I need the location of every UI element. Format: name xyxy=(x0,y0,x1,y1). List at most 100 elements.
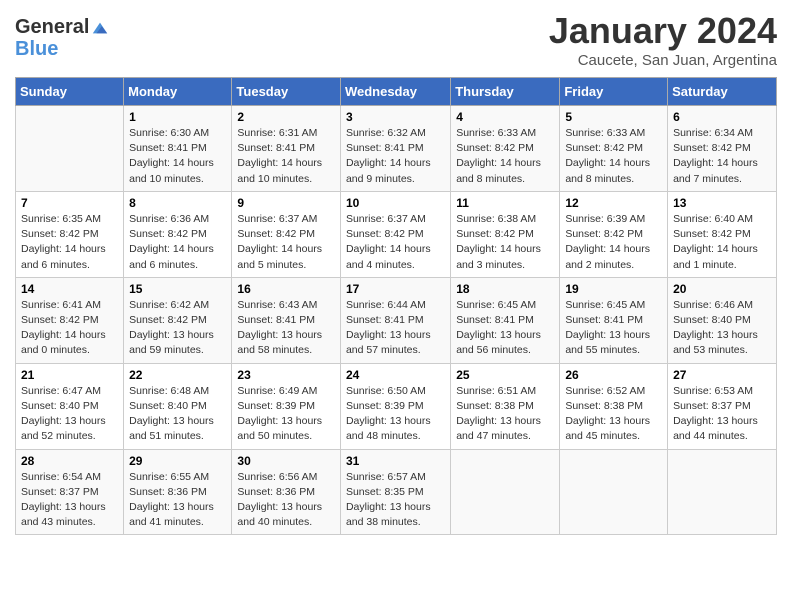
day-number: 11 xyxy=(456,196,554,210)
calendar-cell: 31 Sunrise: 6:57 AMSunset: 8:35 PMDaylig… xyxy=(340,449,450,535)
calendar-cell: 14 Sunrise: 6:41 AMSunset: 8:42 PMDaylig… xyxy=(16,277,124,363)
day-info: Sunrise: 6:33 AMSunset: 8:42 PMDaylight:… xyxy=(456,126,554,187)
calendar-cell: 23 Sunrise: 6:49 AMSunset: 8:39 PMDaylig… xyxy=(232,363,341,449)
day-number: 22 xyxy=(129,368,226,382)
calendar-week-4: 21 Sunrise: 6:47 AMSunset: 8:40 PMDaylig… xyxy=(16,363,777,449)
day-number: 4 xyxy=(456,110,554,124)
calendar-cell xyxy=(16,106,124,192)
logo-general: General xyxy=(15,16,89,38)
header: General Blue January 2024 Caucete, San J… xyxy=(15,10,777,69)
col-sunday: Sunday xyxy=(16,78,124,106)
logo: General Blue xyxy=(15,16,109,60)
subtitle: Caucete, San Juan, Argentina xyxy=(549,52,777,69)
day-info: Sunrise: 6:46 AMSunset: 8:40 PMDaylight:… xyxy=(673,298,771,359)
calendar-cell: 22 Sunrise: 6:48 AMSunset: 8:40 PMDaylig… xyxy=(124,363,232,449)
calendar-cell: 6 Sunrise: 6:34 AMSunset: 8:42 PMDayligh… xyxy=(668,106,777,192)
day-info: Sunrise: 6:44 AMSunset: 8:41 PMDaylight:… xyxy=(346,298,445,359)
day-info: Sunrise: 6:39 AMSunset: 8:42 PMDaylight:… xyxy=(565,212,662,273)
calendar-cell: 27 Sunrise: 6:53 AMSunset: 8:37 PMDaylig… xyxy=(668,363,777,449)
col-saturday: Saturday xyxy=(668,78,777,106)
calendar-cell: 17 Sunrise: 6:44 AMSunset: 8:41 PMDaylig… xyxy=(340,277,450,363)
day-number: 9 xyxy=(237,196,335,210)
calendar-cell: 28 Sunrise: 6:54 AMSunset: 8:37 PMDaylig… xyxy=(16,449,124,535)
day-number: 27 xyxy=(673,368,771,382)
day-number: 12 xyxy=(565,196,662,210)
day-number: 24 xyxy=(346,368,445,382)
day-info: Sunrise: 6:35 AMSunset: 8:42 PMDaylight:… xyxy=(21,212,118,273)
calendar-cell: 19 Sunrise: 6:45 AMSunset: 8:41 PMDaylig… xyxy=(560,277,668,363)
calendar-week-1: 1 Sunrise: 6:30 AMSunset: 8:41 PMDayligh… xyxy=(16,106,777,192)
day-info: Sunrise: 6:36 AMSunset: 8:42 PMDaylight:… xyxy=(129,212,226,273)
calendar-week-3: 14 Sunrise: 6:41 AMSunset: 8:42 PMDaylig… xyxy=(16,277,777,363)
day-number: 16 xyxy=(237,282,335,296)
day-info: Sunrise: 6:43 AMSunset: 8:41 PMDaylight:… xyxy=(237,298,335,359)
day-info: Sunrise: 6:34 AMSunset: 8:42 PMDaylight:… xyxy=(673,126,771,187)
day-info: Sunrise: 6:51 AMSunset: 8:38 PMDaylight:… xyxy=(456,384,554,445)
logo-blue: Blue xyxy=(15,38,109,60)
calendar-cell: 26 Sunrise: 6:52 AMSunset: 8:38 PMDaylig… xyxy=(560,363,668,449)
day-number: 26 xyxy=(565,368,662,382)
calendar-cell: 30 Sunrise: 6:56 AMSunset: 8:36 PMDaylig… xyxy=(232,449,341,535)
day-number: 21 xyxy=(21,368,118,382)
day-info: Sunrise: 6:50 AMSunset: 8:39 PMDaylight:… xyxy=(346,384,445,445)
day-info: Sunrise: 6:57 AMSunset: 8:35 PMDaylight:… xyxy=(346,470,445,531)
logo-icon xyxy=(91,19,109,37)
calendar-cell: 15 Sunrise: 6:42 AMSunset: 8:42 PMDaylig… xyxy=(124,277,232,363)
day-number: 29 xyxy=(129,454,226,468)
calendar-cell: 4 Sunrise: 6:33 AMSunset: 8:42 PMDayligh… xyxy=(451,106,560,192)
day-number: 6 xyxy=(673,110,771,124)
day-info: Sunrise: 6:47 AMSunset: 8:40 PMDaylight:… xyxy=(21,384,118,445)
calendar-cell: 13 Sunrise: 6:40 AMSunset: 8:42 PMDaylig… xyxy=(668,191,777,277)
day-number: 14 xyxy=(21,282,118,296)
calendar-cell: 9 Sunrise: 6:37 AMSunset: 8:42 PMDayligh… xyxy=(232,191,341,277)
day-info: Sunrise: 6:41 AMSunset: 8:42 PMDaylight:… xyxy=(21,298,118,359)
day-number: 23 xyxy=(237,368,335,382)
day-number: 1 xyxy=(129,110,226,124)
day-info: Sunrise: 6:53 AMSunset: 8:37 PMDaylight:… xyxy=(673,384,771,445)
day-number: 13 xyxy=(673,196,771,210)
calendar-cell xyxy=(560,449,668,535)
day-info: Sunrise: 6:37 AMSunset: 8:42 PMDaylight:… xyxy=(237,212,335,273)
calendar-week-2: 7 Sunrise: 6:35 AMSunset: 8:42 PMDayligh… xyxy=(16,191,777,277)
day-number: 8 xyxy=(129,196,226,210)
day-info: Sunrise: 6:40 AMSunset: 8:42 PMDaylight:… xyxy=(673,212,771,273)
day-info: Sunrise: 6:45 AMSunset: 8:41 PMDaylight:… xyxy=(565,298,662,359)
day-info: Sunrise: 6:49 AMSunset: 8:39 PMDaylight:… xyxy=(237,384,335,445)
day-info: Sunrise: 6:54 AMSunset: 8:37 PMDaylight:… xyxy=(21,470,118,531)
day-number: 30 xyxy=(237,454,335,468)
col-wednesday: Wednesday xyxy=(340,78,450,106)
calendar-cell: 2 Sunrise: 6:31 AMSunset: 8:41 PMDayligh… xyxy=(232,106,341,192)
day-info: Sunrise: 6:33 AMSunset: 8:42 PMDaylight:… xyxy=(565,126,662,187)
day-info: Sunrise: 6:38 AMSunset: 8:42 PMDaylight:… xyxy=(456,212,554,273)
day-info: Sunrise: 6:48 AMSunset: 8:40 PMDaylight:… xyxy=(129,384,226,445)
col-thursday: Thursday xyxy=(451,78,560,106)
day-info: Sunrise: 6:31 AMSunset: 8:41 PMDaylight:… xyxy=(237,126,335,187)
calendar-cell: 18 Sunrise: 6:45 AMSunset: 8:41 PMDaylig… xyxy=(451,277,560,363)
day-info: Sunrise: 6:56 AMSunset: 8:36 PMDaylight:… xyxy=(237,470,335,531)
calendar-cell xyxy=(451,449,560,535)
calendar-cell: 29 Sunrise: 6:55 AMSunset: 8:36 PMDaylig… xyxy=(124,449,232,535)
day-number: 20 xyxy=(673,282,771,296)
day-info: Sunrise: 6:45 AMSunset: 8:41 PMDaylight:… xyxy=(456,298,554,359)
month-title: January 2024 xyxy=(549,10,777,52)
calendar-cell: 12 Sunrise: 6:39 AMSunset: 8:42 PMDaylig… xyxy=(560,191,668,277)
calendar-cell: 16 Sunrise: 6:43 AMSunset: 8:41 PMDaylig… xyxy=(232,277,341,363)
day-number: 3 xyxy=(346,110,445,124)
calendar-cell: 24 Sunrise: 6:50 AMSunset: 8:39 PMDaylig… xyxy=(340,363,450,449)
day-number: 10 xyxy=(346,196,445,210)
calendar-cell: 20 Sunrise: 6:46 AMSunset: 8:40 PMDaylig… xyxy=(668,277,777,363)
day-info: Sunrise: 6:42 AMSunset: 8:42 PMDaylight:… xyxy=(129,298,226,359)
calendar-cell: 10 Sunrise: 6:37 AMSunset: 8:42 PMDaylig… xyxy=(340,191,450,277)
day-number: 17 xyxy=(346,282,445,296)
day-number: 15 xyxy=(129,282,226,296)
day-info: Sunrise: 6:37 AMSunset: 8:42 PMDaylight:… xyxy=(346,212,445,273)
day-number: 31 xyxy=(346,454,445,468)
calendar-table: Sunday Monday Tuesday Wednesday Thursday… xyxy=(15,77,777,535)
calendar-cell: 25 Sunrise: 6:51 AMSunset: 8:38 PMDaylig… xyxy=(451,363,560,449)
day-number: 7 xyxy=(21,196,118,210)
calendar-cell: 7 Sunrise: 6:35 AMSunset: 8:42 PMDayligh… xyxy=(16,191,124,277)
calendar-cell: 5 Sunrise: 6:33 AMSunset: 8:42 PMDayligh… xyxy=(560,106,668,192)
day-number: 28 xyxy=(21,454,118,468)
day-info: Sunrise: 6:52 AMSunset: 8:38 PMDaylight:… xyxy=(565,384,662,445)
col-tuesday: Tuesday xyxy=(232,78,341,106)
